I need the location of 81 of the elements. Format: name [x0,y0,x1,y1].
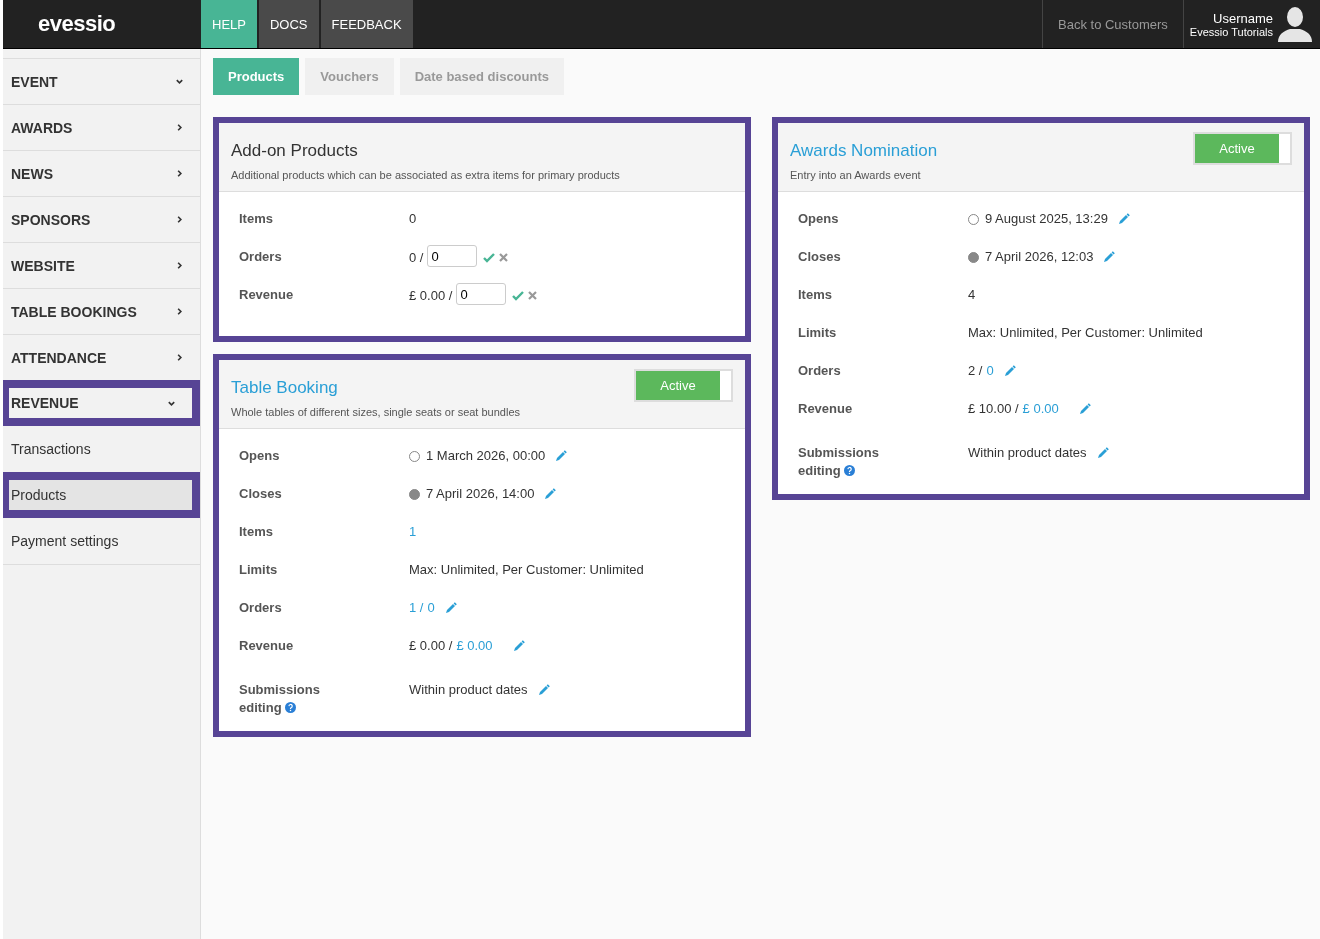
card-title: Add-on Products [231,141,359,161]
chevron-icon [175,215,184,224]
nav-tab[interactable]: FEEDBACK [320,0,413,48]
pencil-icon[interactable] [1096,447,1109,459]
field-label: Orders [239,599,283,617]
field-value: Max: Unlimited, Per Customer: Unlimited [968,324,1203,342]
field-label: Items [798,286,833,304]
pencil-icon[interactable] [555,450,568,462]
help-icon[interactable] [285,702,297,713]
field-label: Submissions editing [798,444,880,480]
field-label: Limits [239,561,279,579]
field-value: 1 March 2026, 00:00 [426,447,546,465]
field-value: Max: Unlimited, Per Customer: Unlimited [409,561,644,579]
sidebar-item[interactable]: REVENUE [9,388,192,418]
field-label: Items [239,210,274,228]
sidebar-item[interactable]: EVENT [3,59,200,104]
field-value: £ 10.00 / [968,400,1019,418]
sidebar-item[interactable]: WEBSITE [3,243,200,288]
pencil-icon[interactable] [1117,213,1130,225]
back-link[interactable]: Back to Customers [1042,0,1184,48]
card-description: Additional products which can be associated as extra items for primary products [231,169,620,181]
close-icon[interactable] [499,253,509,262]
field-value: 0 [409,210,417,228]
field-label: Opens [239,447,281,465]
sidebar-subitem[interactable]: Payment settings [3,518,200,564]
chevron-icon [175,307,184,316]
field-label: Opens [798,210,840,228]
input-field[interactable]: 0 [456,283,507,305]
sidebar-item[interactable]: SPONSORS [3,197,200,242]
sidebar-item[interactable]: AWARDS [3,105,200,150]
chevron-icon [175,261,184,270]
close-icon[interactable] [528,291,538,300]
field-value: 2 / [968,362,983,380]
field-value: 1 [409,523,417,541]
field-value: £ 0.00 / [409,286,453,305]
sidebar-subitem[interactable]: Products [9,480,192,510]
chevron-icon [175,169,184,178]
chevron-icon [175,77,184,86]
field-label: Closes [798,248,842,266]
chevron-icon [175,353,184,362]
field-value: 4 [968,286,976,304]
field-label: Orders [239,248,283,266]
sidebar-item[interactable]: NEWS [3,151,200,196]
check-icon[interactable] [483,252,496,263]
sidebar-item[interactable]: TABLE BOOKINGS [3,289,200,334]
avatar-icon[interactable] [1276,5,1314,43]
pencil-icon[interactable] [512,640,525,652]
pencil-icon[interactable] [444,602,457,614]
field-label: Closes [239,485,283,503]
field-label: Revenue [239,637,295,655]
field-label: Revenue [239,286,295,304]
pencil-icon[interactable] [1103,251,1116,263]
sidebar-item[interactable]: ATTENDANCE [3,335,200,380]
field-value: Within product dates [409,681,528,699]
field-value: 0 / [409,248,424,267]
field-value: 7 April 2026, 12:03 [985,248,1094,266]
field-value: Within product dates [968,444,1087,462]
field-label: Revenue [798,400,854,418]
field-label: Submissions editing [239,681,321,717]
field-label: Orders [798,362,842,380]
pencil-icon[interactable] [537,684,550,696]
user-organisation: Evessio Tutorials [1189,25,1273,38]
input-field[interactable]: 0 [427,245,478,267]
user-name: Username [1213,10,1273,26]
pencil-icon[interactable] [544,488,557,500]
pencil-icon[interactable] [1003,365,1016,377]
field-value: 1 / [409,599,424,617]
chevron-icon [175,123,184,132]
card-description: Entry into an Awards event [790,169,922,181]
help-icon[interactable] [844,465,856,476]
card-description: Whole tables of different sizes, single seats or seat bundles [231,406,520,418]
pencil-icon[interactable] [1078,403,1091,415]
field-label: Limits [798,324,838,342]
field-value: £ 0.00 / [409,637,453,655]
field-value: 7 April 2026, 14:00 [426,485,535,503]
logo[interactable]: evessio [3,0,201,48]
check-icon[interactable] [512,290,525,301]
field-label: Items [239,523,274,541]
nav-tab[interactable]: DOCS [258,0,319,48]
sidebar-subitem[interactable]: Transactions [3,426,200,472]
field-value: 9 August 2025, 13:29 [985,210,1108,228]
